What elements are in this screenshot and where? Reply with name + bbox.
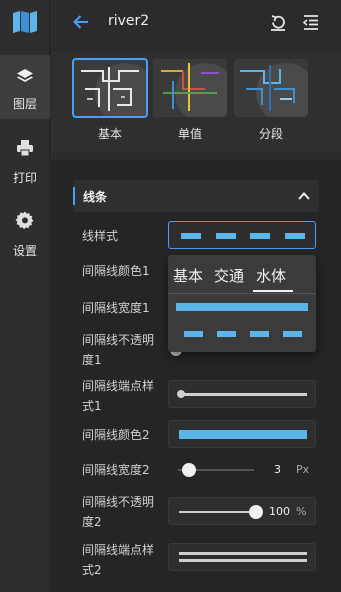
printer-icon — [17, 140, 33, 157]
row-label-interval-width-1: 间隔线宽度1 — [82, 301, 150, 315]
line-style-dropdown: 基本 交通 水体 — [168, 255, 316, 352]
reset-icon[interactable] — [268, 12, 288, 32]
sidebar-item-label: 设置 — [12, 244, 37, 258]
interval-opacity-2-slider[interactable]: 100 % — [168, 497, 316, 525]
row-label-interval-color-1: 间隔线颜色1 — [82, 264, 150, 278]
settings-panel: 线条 线样式 间隔线颜色1 间隔线宽度1 间隔线不透明度1 间隔线端点样式1 间… — [51, 160, 341, 592]
style-themes: 基本 单值 分段 — [51, 52, 341, 152]
row-label-interval-color-2: 间隔线颜色2 — [82, 428, 150, 442]
dashed-line-preview — [181, 233, 305, 239]
width-2-value: 3 — [274, 463, 281, 476]
ranges-map-preview-icon — [234, 59, 308, 117]
theme-thumbnail-ranges[interactable] — [234, 59, 308, 117]
option-dashed-line[interactable] — [184, 331, 302, 337]
gear-icon — [15, 211, 34, 230]
opacity-2-value: 100 — [269, 505, 290, 518]
map-logo-icon — [13, 11, 37, 33]
header: river2 — [51, 0, 341, 44]
theme-thumbnail-unique-value[interactable] — [153, 59, 227, 117]
theme-label: 单值 — [177, 127, 202, 141]
row-label-interval-opacity-2: 间隔线不透明度2 — [82, 495, 155, 529]
section-header-lines[interactable]: 线条 — [73, 180, 319, 212]
layers-icon — [17, 69, 33, 82]
option-solid-line[interactable] — [176, 303, 308, 311]
dropdown-tab-basic[interactable]: 基本 — [173, 265, 203, 286]
interval-color-2-picker[interactable] — [168, 420, 316, 448]
sidebar-item-layers[interactable]: 图层 — [0, 55, 50, 119]
interval-width-2-slider[interactable]: 3 Px — [168, 456, 316, 484]
section-accent-bar — [73, 187, 75, 205]
width-2-unit: Px — [296, 463, 310, 476]
row-label-interval-cap-2: 间隔线端点样式2 — [82, 543, 155, 577]
theme-label: 分段 — [258, 127, 283, 141]
collapse-menu-icon[interactable] — [301, 12, 321, 32]
line-style-select[interactable] — [168, 221, 316, 249]
cap-line-preview — [179, 393, 307, 396]
dropdown-tab-traffic[interactable]: 交通 — [214, 265, 244, 286]
theme-thumbnail-basic[interactable] — [72, 58, 148, 118]
dropdown-tab-water[interactable]: 水体 — [256, 265, 286, 286]
basic-map-preview-icon — [73, 59, 147, 117]
sidebar: 图层 打印 设置 — [0, 0, 50, 592]
opacity-2-unit: % — [296, 505, 307, 518]
cap-line-preview — [179, 552, 307, 555]
cap-line-preview — [179, 559, 307, 562]
color-swatch — [179, 430, 307, 439]
sidebar-item-label: 图层 — [12, 97, 37, 111]
sidebar-item-print[interactable]: 打印 — [0, 130, 50, 194]
theme-label: 基本 — [97, 127, 122, 141]
slider-knob[interactable] — [182, 463, 196, 477]
slider-track — [179, 511, 259, 513]
row-label-interval-opacity-1: 间隔线不透明度1 — [82, 333, 155, 367]
page-title: river2 — [108, 13, 150, 29]
sidebar-item-label: 打印 — [12, 171, 37, 185]
section-title: 线条 — [83, 190, 108, 204]
back-arrow-icon[interactable] — [71, 12, 91, 32]
cap-style-1-select[interactable] — [168, 380, 316, 408]
row-label-interval-width-2: 间隔线宽度2 — [82, 463, 150, 477]
cap-dot — [177, 390, 185, 398]
cap-style-2-select[interactable] — [168, 543, 316, 571]
unique-value-map-preview-icon — [153, 59, 227, 117]
row-label-line-style: 线样式 — [82, 229, 119, 243]
row-label-interval-cap-1: 间隔线端点样式1 — [82, 379, 155, 413]
chevron-up-icon[interactable] — [297, 189, 311, 203]
slider-knob[interactable] — [249, 505, 263, 519]
sidebar-item-settings[interactable]: 设置 — [0, 205, 50, 269]
active-tab-indicator — [253, 290, 293, 292]
dropdown-divider — [168, 293, 316, 294]
